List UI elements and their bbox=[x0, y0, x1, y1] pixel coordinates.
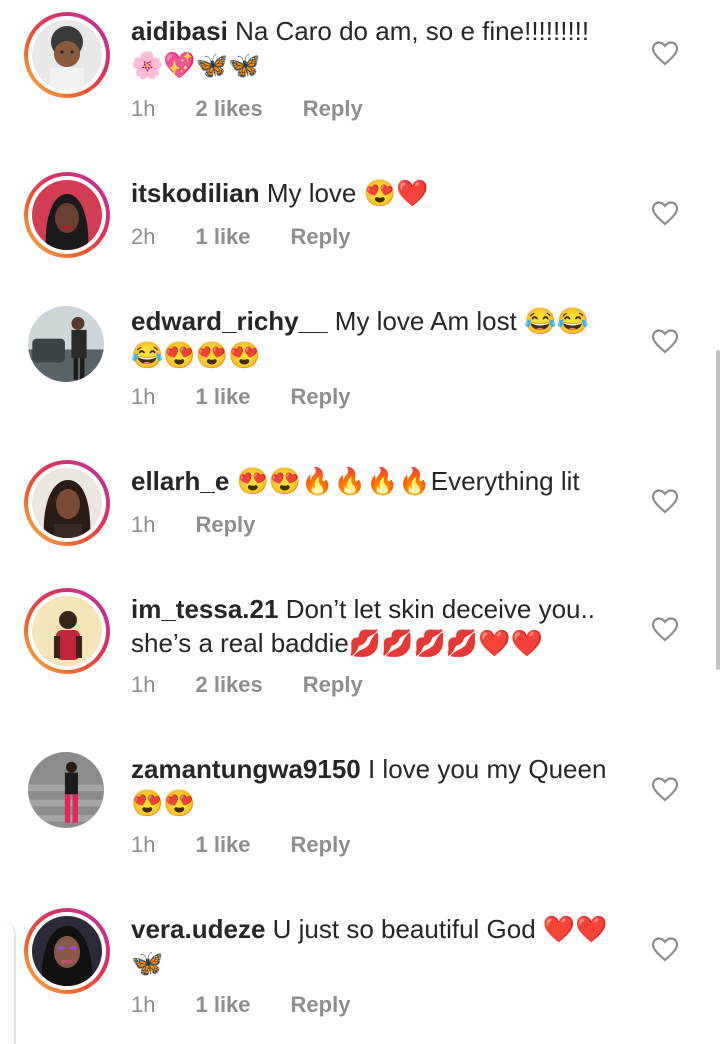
comment-meta: 2h 1 like Reply bbox=[131, 224, 374, 250]
reply-button[interactable]: Reply bbox=[303, 672, 363, 697]
screen-edge bbox=[0, 920, 16, 1044]
heart-outline-icon[interactable] bbox=[651, 616, 679, 642]
comment-meta: 1h 2 likes Reply bbox=[131, 672, 387, 698]
heart-outline-icon[interactable] bbox=[651, 488, 679, 514]
comment-meta: 1h 2 likes Reply bbox=[131, 96, 387, 122]
reply-button[interactable]: Reply bbox=[195, 512, 255, 537]
comment-username[interactable]: itskodilian bbox=[131, 178, 260, 208]
heart-outline-icon[interactable] bbox=[651, 776, 679, 802]
scrollbar[interactable] bbox=[716, 350, 720, 670]
avatar[interactable] bbox=[24, 172, 110, 258]
comment-body: My love 😍❤️ bbox=[266, 178, 429, 208]
comment-text: aidibasi Na Caro do am, so e fine!!!!!!!… bbox=[131, 14, 621, 82]
avatar[interactable] bbox=[24, 908, 110, 994]
comment-text: im_tessa.21 Don’t let skin deceive you..… bbox=[131, 592, 621, 660]
avatar[interactable] bbox=[24, 12, 110, 98]
comment-text: vera.udeze U just so beautiful God ❤️❤️🦋 bbox=[131, 912, 621, 980]
comment-text: zamantungwa9150 I love you my Queen😍😍 bbox=[131, 752, 621, 820]
avatar[interactable] bbox=[24, 588, 110, 674]
comment-meta: 1h 1 like Reply bbox=[131, 832, 374, 858]
comment-time: 1h bbox=[131, 96, 156, 121]
likes-count[interactable]: 2 likes bbox=[195, 672, 262, 697]
reply-button[interactable]: Reply bbox=[291, 832, 351, 857]
comment-text: ellarh_e 😍😍🔥🔥🔥🔥Everything lit bbox=[131, 464, 621, 498]
comment-username[interactable]: im_tessa.21 bbox=[131, 594, 278, 624]
likes-count[interactable]: 1 like bbox=[195, 992, 250, 1017]
comment-meta: 1h 1 like Reply bbox=[131, 384, 374, 410]
comment-text: edward_richy__ My love Am lost 😂😂😂😍😍😍 bbox=[131, 304, 621, 372]
comment-username[interactable]: vera.udeze bbox=[131, 914, 265, 944]
comment-time: 1h bbox=[131, 832, 156, 857]
heart-outline-icon[interactable] bbox=[651, 328, 679, 354]
likes-count[interactable]: 2 likes bbox=[195, 96, 262, 121]
comment-time: 1h bbox=[131, 992, 156, 1017]
comment-body: 😍😍🔥🔥🔥🔥Everything lit bbox=[236, 466, 580, 496]
heart-outline-icon[interactable] bbox=[651, 200, 679, 226]
comment-meta: 1h 1 like Reply bbox=[131, 992, 374, 1018]
likes-count[interactable]: 1 like bbox=[195, 832, 250, 857]
comment-time: 2h bbox=[131, 224, 156, 249]
avatar[interactable] bbox=[24, 460, 110, 546]
reply-button[interactable]: Reply bbox=[303, 96, 363, 121]
reply-button[interactable]: Reply bbox=[291, 992, 351, 1017]
comment-time: 1h bbox=[131, 672, 156, 697]
likes-count[interactable]: 1 like bbox=[195, 224, 250, 249]
comment-meta: 1h Reply bbox=[131, 512, 279, 538]
likes-count[interactable]: 1 like bbox=[195, 384, 250, 409]
comment-username[interactable]: zamantungwa9150 bbox=[131, 754, 361, 784]
avatar[interactable] bbox=[28, 752, 104, 828]
comment-username[interactable]: aidibasi bbox=[131, 16, 228, 46]
comment-text: itskodilian My love 😍❤️ bbox=[131, 176, 621, 210]
comment-username[interactable]: ellarh_e bbox=[131, 466, 229, 496]
avatar[interactable] bbox=[28, 306, 104, 382]
comment-time: 1h bbox=[131, 384, 156, 409]
heart-outline-icon[interactable] bbox=[651, 936, 679, 962]
reply-button[interactable]: Reply bbox=[291, 224, 351, 249]
comment-time: 1h bbox=[131, 512, 156, 537]
heart-outline-icon[interactable] bbox=[651, 40, 679, 66]
comment-username[interactable]: edward_richy__ bbox=[131, 306, 328, 336]
reply-button[interactable]: Reply bbox=[291, 384, 351, 409]
